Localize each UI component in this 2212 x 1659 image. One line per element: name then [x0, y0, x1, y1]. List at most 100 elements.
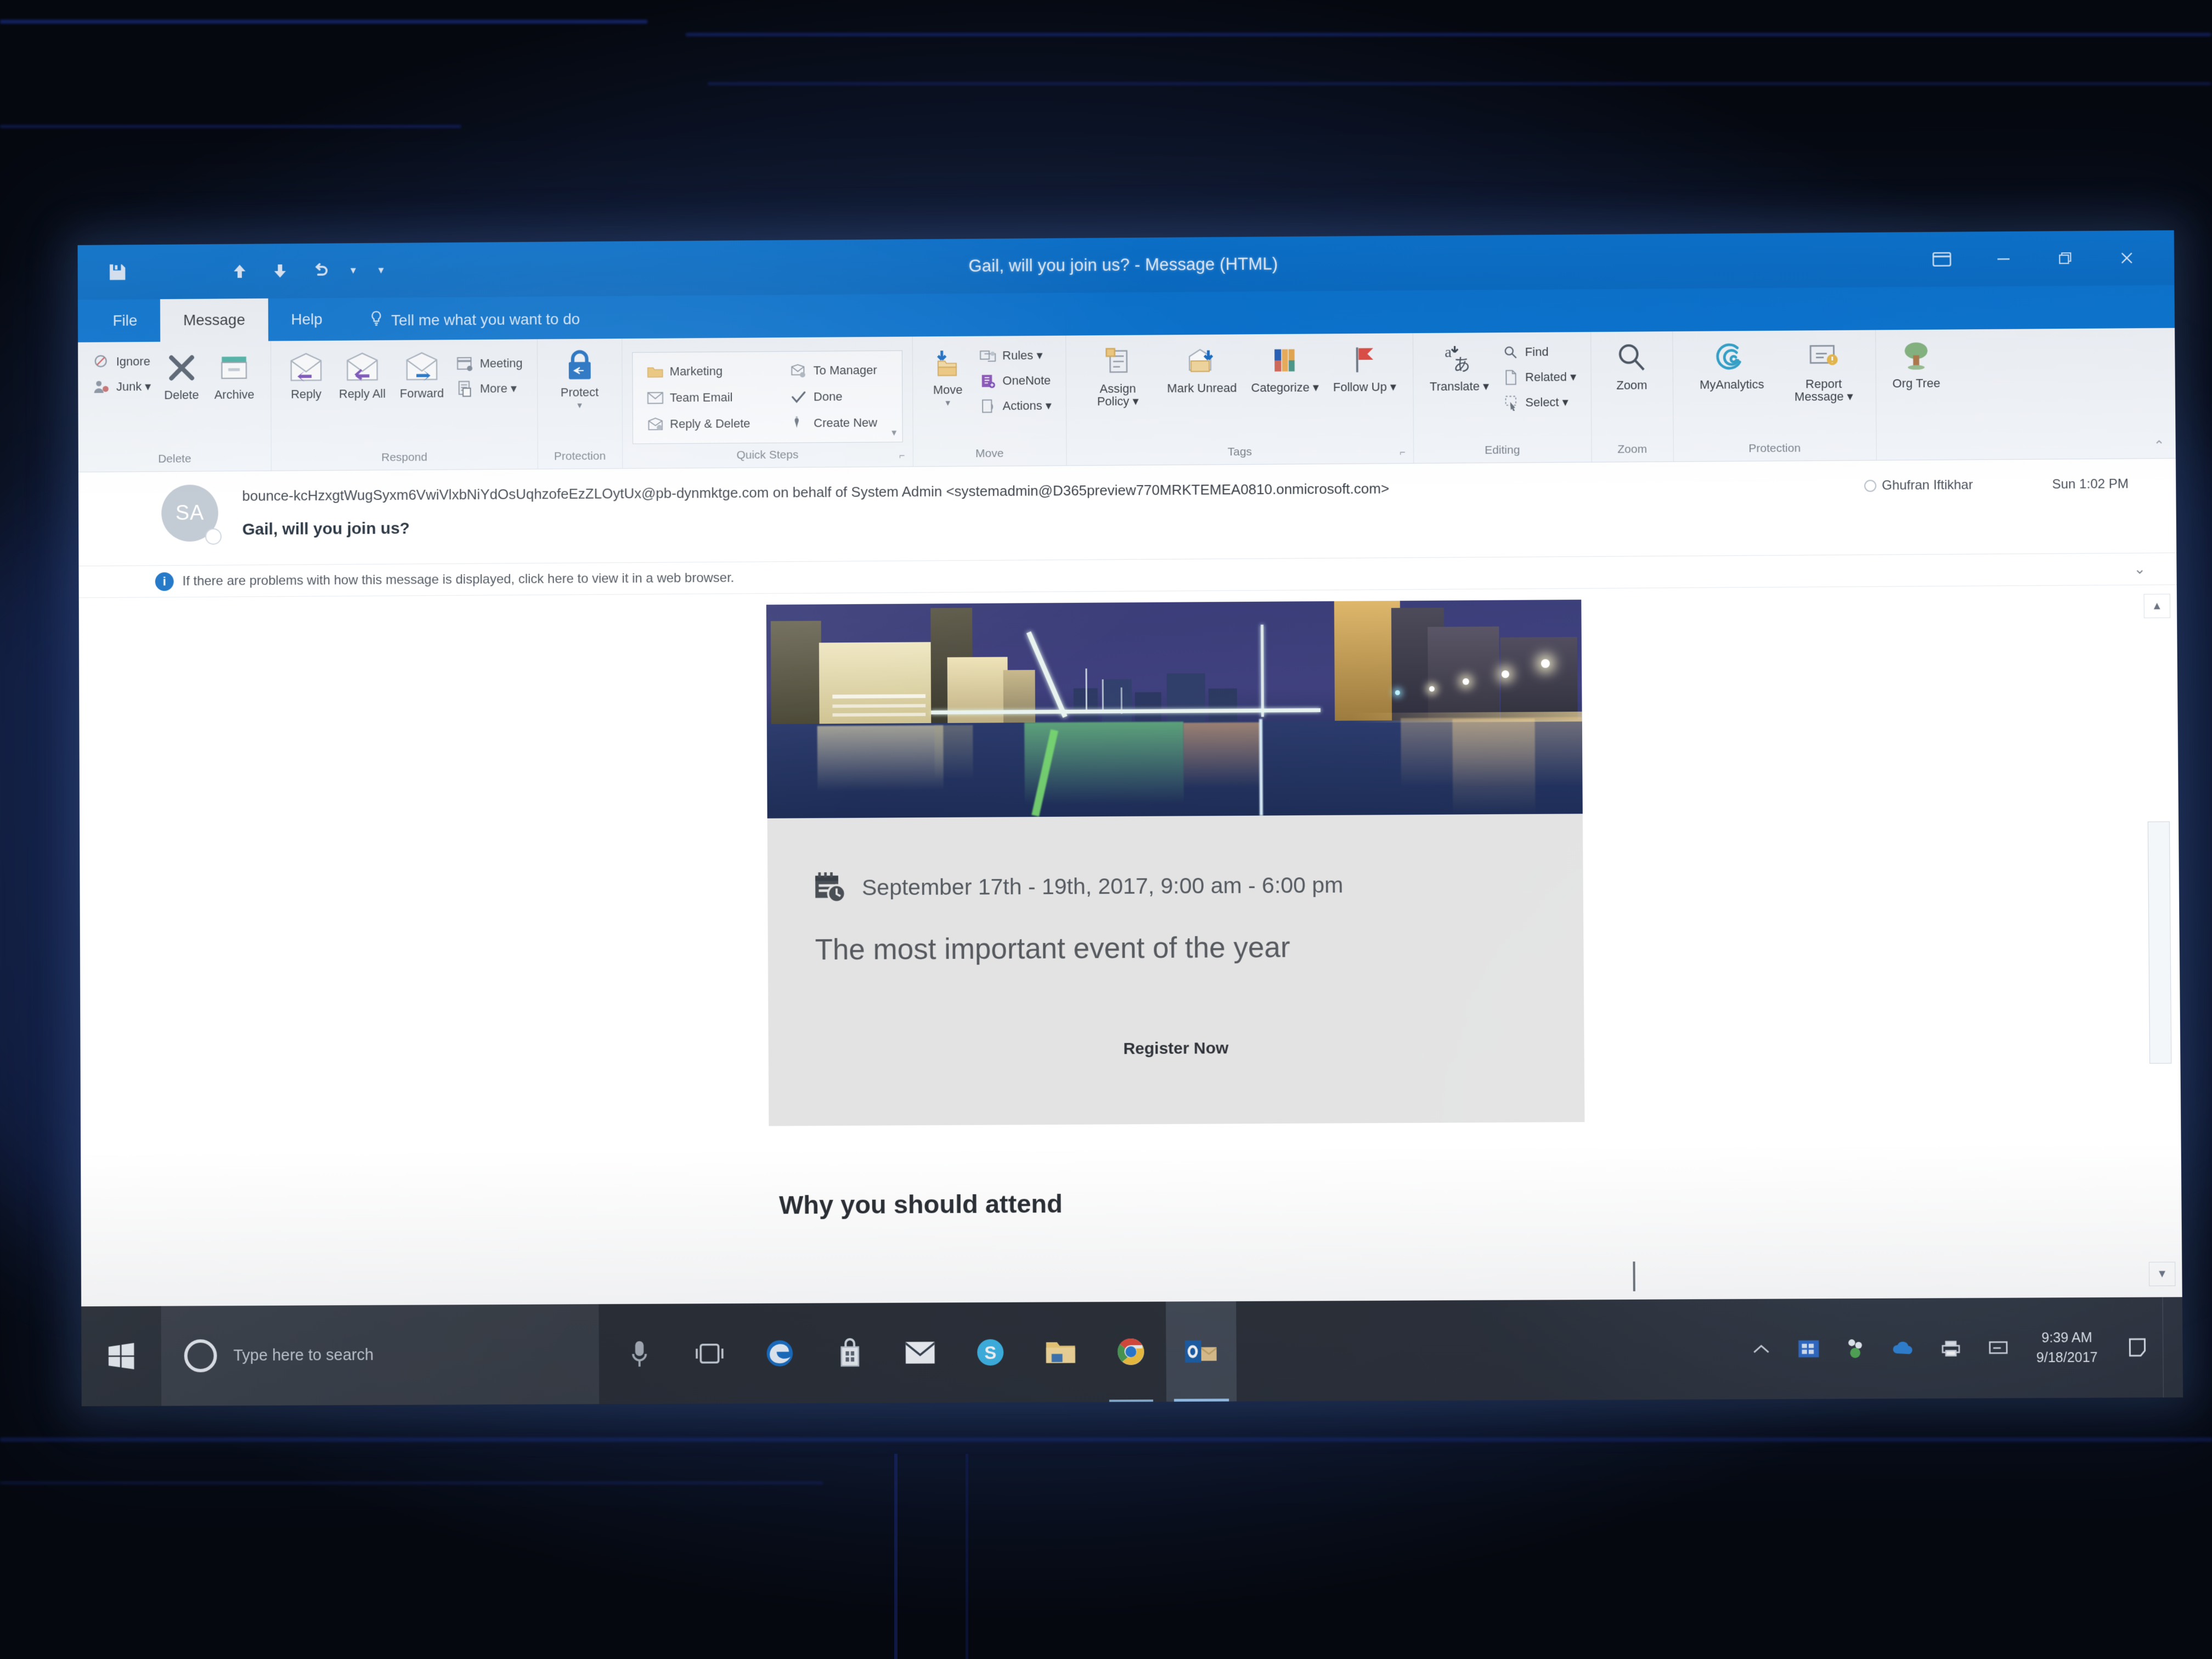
- clock-date: 9/18/2017: [2036, 1350, 2098, 1365]
- mark-unread-icon: [1186, 342, 1217, 380]
- task-view-icon[interactable]: [674, 1304, 745, 1404]
- ribbon-group-tags: Assign Policy ▾ Mark Unread Categorize ▾…: [1065, 333, 1413, 466]
- meeting-label: Meeting: [479, 356, 523, 370]
- mark-unread-button[interactable]: Mark Unread: [1160, 340, 1244, 395]
- monitor-screen: ▾ ▾ Gail, will you join us? - Message (H…: [77, 230, 2183, 1407]
- quick-step-create-new[interactable]: Create New: [785, 411, 882, 434]
- quick-step-to-manager[interactable]: To Manager: [785, 359, 882, 381]
- more-button[interactable]: More ▾: [452, 377, 527, 400]
- text-cursor: [1633, 1261, 1635, 1291]
- protect-button[interactable]: Protect ▾: [547, 344, 612, 411]
- forward-button[interactable]: Forward: [393, 345, 451, 400]
- ribbon-display-options-icon[interactable]: [1911, 232, 1973, 287]
- tab-file[interactable]: File: [90, 299, 161, 342]
- store-icon[interactable]: [815, 1303, 885, 1403]
- minimize-icon[interactable]: [1972, 232, 2034, 287]
- taskbar-clock[interactable]: 9:39 AM 9/18/2017: [2022, 1328, 2112, 1368]
- skype-icon[interactable]: S: [955, 1302, 1026, 1403]
- mail-icon[interactable]: [885, 1302, 956, 1403]
- move-dropdown-icon[interactable]: ▾: [945, 398, 950, 408]
- ribbon-group-label-zoom: Zoom: [1617, 443, 1647, 456]
- onenote-button[interactable]: OneNote: [974, 370, 1056, 392]
- delete-button[interactable]: Delete: [156, 347, 207, 402]
- rules-button[interactable]: Rules ▾: [974, 345, 1056, 367]
- move-button[interactable]: Move ▾: [922, 342, 973, 409]
- scroll-up-icon[interactable]: ▲: [2143, 594, 2171, 618]
- close-icon[interactable]: [2096, 230, 2158, 286]
- action-center-icon[interactable]: [2112, 1297, 2163, 1397]
- search-box[interactable]: Type here to search: [161, 1304, 600, 1406]
- network-icon[interactable]: [1974, 1298, 2022, 1398]
- junk-button[interactable]: Junk ▾: [88, 376, 155, 398]
- myanalytics-button[interactable]: MyAnalytics: [1683, 336, 1781, 392]
- ribbon-group-label-org-tree: [1880, 454, 1954, 460]
- onedrive-icon[interactable]: [1880, 1298, 1928, 1398]
- quick-step-reply-delete[interactable]: Reply & Delete: [641, 413, 754, 435]
- tags-dialog-launcher-icon[interactable]: ⌐: [1400, 447, 1406, 458]
- tab-help[interactable]: Help: [268, 298, 346, 341]
- reading-pane-scrollbar[interactable]: ▲ ▼: [2143, 585, 2176, 1292]
- more-icon: [456, 380, 475, 398]
- reply-all-button[interactable]: Reply All: [332, 346, 392, 400]
- archive-button[interactable]: Archive: [207, 347, 261, 402]
- meeting-button[interactable]: Meeting: [452, 352, 527, 375]
- ribbon-group-label-delete: Delete: [158, 452, 191, 466]
- show-desktop-button[interactable]: [2162, 1297, 2178, 1398]
- outlook-icon[interactable]: [1165, 1301, 1237, 1402]
- onedrive-business-icon[interactable]: [1785, 1299, 1833, 1399]
- assign-policy-button[interactable]: Assign Policy ▾: [1076, 340, 1160, 408]
- select-button[interactable]: Select ▾: [1497, 391, 1581, 414]
- chrome-icon[interactable]: [1096, 1302, 1166, 1402]
- quick-step-team-email[interactable]: Team Email: [641, 386, 754, 409]
- ignore-button[interactable]: Ignore: [88, 351, 155, 373]
- ambient-vertical-line-a: [894, 1454, 898, 1659]
- follow-up-button[interactable]: Follow Up ▾: [1326, 338, 1403, 394]
- ambient-streak-bottom-2: [0, 1481, 823, 1485]
- find-button[interactable]: Find: [1497, 341, 1581, 363]
- register-now-link[interactable]: Register Now: [803, 1037, 1549, 1060]
- quick-steps-dialog-launcher-icon[interactable]: ⌐: [899, 450, 905, 461]
- ambient-vertical-line-b: [966, 1454, 968, 1659]
- quick-step-marketing[interactable]: Marketing: [641, 360, 754, 382]
- start-button[interactable]: [81, 1306, 161, 1407]
- assign-policy-label: Assign Policy ▾: [1097, 381, 1139, 409]
- cortana-mic-icon[interactable]: [604, 1304, 675, 1404]
- ribbon-group-label-protection: Protection: [554, 449, 606, 463]
- zoom-button[interactable]: Zoom: [1601, 337, 1663, 392]
- file-explorer-icon[interactable]: [1025, 1302, 1096, 1402]
- report-message-icon: [1807, 338, 1841, 375]
- actions-button[interactable]: Actions ▾: [974, 395, 1056, 417]
- printer-icon[interactable]: [1927, 1298, 1975, 1398]
- related-button[interactable]: Related ▾: [1497, 366, 1581, 388]
- ambient-streak-top-right: [686, 33, 2211, 36]
- restore-icon[interactable]: [2034, 231, 2096, 286]
- protect-dropdown-icon[interactable]: ▾: [577, 400, 582, 411]
- translate-button[interactable]: aあ Translate ▾: [1423, 338, 1496, 393]
- delete-x-icon: [166, 349, 198, 386]
- ribbon-group-editing: aあ Translate ▾ Find Related ▾ Select ▾ E…: [1412, 332, 1592, 464]
- show-hidden-icons-icon[interactable]: [1737, 1299, 1785, 1400]
- info-bar-text: If there are problems with how this mess…: [182, 570, 735, 589]
- skype-business-icon[interactable]: [1832, 1299, 1880, 1399]
- scrollbar-thumb[interactable]: [2147, 821, 2172, 1064]
- quick-step-to-manager-label: To Manager: [813, 363, 877, 377]
- scroll-down-icon[interactable]: ▼: [2148, 1262, 2176, 1286]
- collapse-ribbon-icon[interactable]: ⌃: [2153, 438, 2164, 454]
- myanalytics-label: MyAnalytics: [1699, 377, 1764, 392]
- report-message-button[interactable]: Report Message ▾: [1781, 336, 1865, 404]
- ribbon-group-label-tags: Tags ⌐: [1227, 445, 1406, 459]
- event-date-text: September 17th - 19th, 2017, 9:00 am - 6…: [861, 872, 1344, 900]
- quick-step-done[interactable]: Done: [785, 385, 882, 408]
- categorize-icon: [1270, 342, 1300, 379]
- org-tree-button[interactable]: Org Tree: [1886, 335, 1947, 390]
- tab-message[interactable]: Message: [160, 298, 268, 342]
- svg-text:S: S: [984, 1342, 996, 1363]
- edge-icon[interactable]: [744, 1303, 815, 1403]
- categorize-button[interactable]: Categorize ▾: [1244, 339, 1325, 394]
- quick-steps-more-icon[interactable]: ▾: [891, 427, 896, 438]
- tell-me-search[interactable]: Tell me what you want to do: [369, 309, 580, 340]
- quick-step-reply-delete-label: Reply & Delete: [670, 416, 751, 431]
- reply-button[interactable]: Reply: [281, 346, 331, 401]
- info-bar-expand-icon[interactable]: ⌄: [2134, 561, 2146, 578]
- quick-steps-scroll[interactable]: ▾: [888, 354, 900, 438]
